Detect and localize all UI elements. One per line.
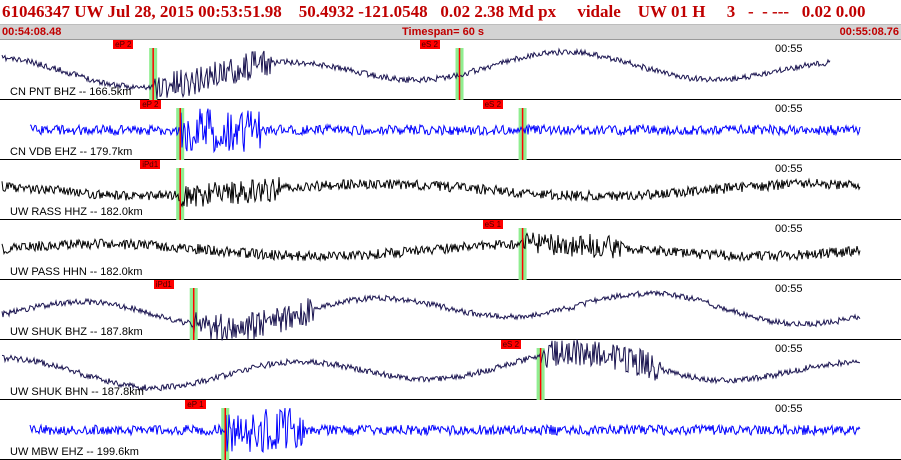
trace-panel[interactable]: iPd1 00:55 UW RASS HHZ -- 182.0km <box>0 160 901 220</box>
pick-flag[interactable]: eP 2 <box>140 100 161 109</box>
event-header: 61046347 UW Jul 28, 2015 00:53:51.98 50.… <box>0 0 901 40</box>
time-mark: 00:55 <box>775 283 803 295</box>
trace-panel[interactable]: eS 1 00:55 UW PASS HHN -- 182.0km <box>0 220 901 280</box>
seismogram-trace <box>29 407 861 453</box>
station-label: UW SHUK BHN -- 187.8km <box>10 386 144 398</box>
time-mark: 00:55 <box>775 163 803 175</box>
trace-panel[interactable]: eS 2 00:55 UW SHUK BHN -- 187.8km <box>0 339 901 400</box>
time-bar: 00:54:08.48 Timespan= 60 s 00:55:08.76 <box>0 24 901 40</box>
time-mark: 00:55 <box>775 43 803 55</box>
pick-flag[interactable]: iPd1 <box>153 280 174 289</box>
station-label: UW MBW EHZ -- 199.6km <box>10 446 139 458</box>
timespan-label: Timespan= 60 s <box>402 26 485 38</box>
seismogram-trace <box>1 232 861 263</box>
station-label: UW SHUK BHZ -- 187.8km <box>10 326 143 338</box>
waveform <box>29 108 861 160</box>
time-mark: 00:55 <box>775 343 803 355</box>
time-mark: 00:55 <box>775 103 803 115</box>
pick-flag[interactable]: eP 2 <box>113 40 134 49</box>
trace-panels: eP 2 eS 2 00:55 CN PNT BHZ -- 166.5km eP 2 eS… <box>0 40 901 460</box>
station-label: CN VDB EHZ -- 179.7km <box>10 146 133 158</box>
trace-panel[interactable]: iPd1 00:55 UW SHUK BHZ -- 187.8km <box>0 280 901 341</box>
event-title: 61046347 UW Jul 28, 2015 00:53:51.98 50.… <box>2 2 866 21</box>
time-mark: 00:55 <box>775 403 803 415</box>
waveform <box>1 47 831 100</box>
end-time: 00:55:08.76 <box>839 26 899 38</box>
pick-flag[interactable]: eS 1 <box>482 220 504 229</box>
station-label: CN PNT BHZ -- 166.5km <box>10 86 132 98</box>
pick-flag[interactable]: eS 2 <box>500 340 522 349</box>
trace-panel[interactable]: eP 2 eS 2 00:55 CN PNT BHZ -- 166.5km <box>0 40 901 100</box>
seismogram-trace <box>1 339 861 392</box>
trace-panel[interactable]: eP 1 00:55 UW MBW EHZ -- 199.6km <box>0 400 901 460</box>
time-mark: 00:55 <box>775 223 803 235</box>
seismogram-trace <box>1 177 861 208</box>
station-label: UW PASS HHN -- 182.0km <box>10 266 143 278</box>
seismogram-trace <box>29 108 861 154</box>
pick-flag[interactable]: eS 2 <box>419 40 440 49</box>
pick-flag[interactable]: eP 1 <box>185 400 206 409</box>
start-time: 00:54:08.48 <box>2 26 62 38</box>
station-label: UW RASS HHZ -- 182.0km <box>10 206 143 218</box>
pick-flag[interactable]: eS 2 <box>482 100 504 109</box>
pick-flag[interactable]: iPd1 <box>140 160 161 169</box>
trace-panel[interactable]: eP 2 eS 2 00:55 CN VDB EHZ -- 179.7km <box>0 100 901 160</box>
